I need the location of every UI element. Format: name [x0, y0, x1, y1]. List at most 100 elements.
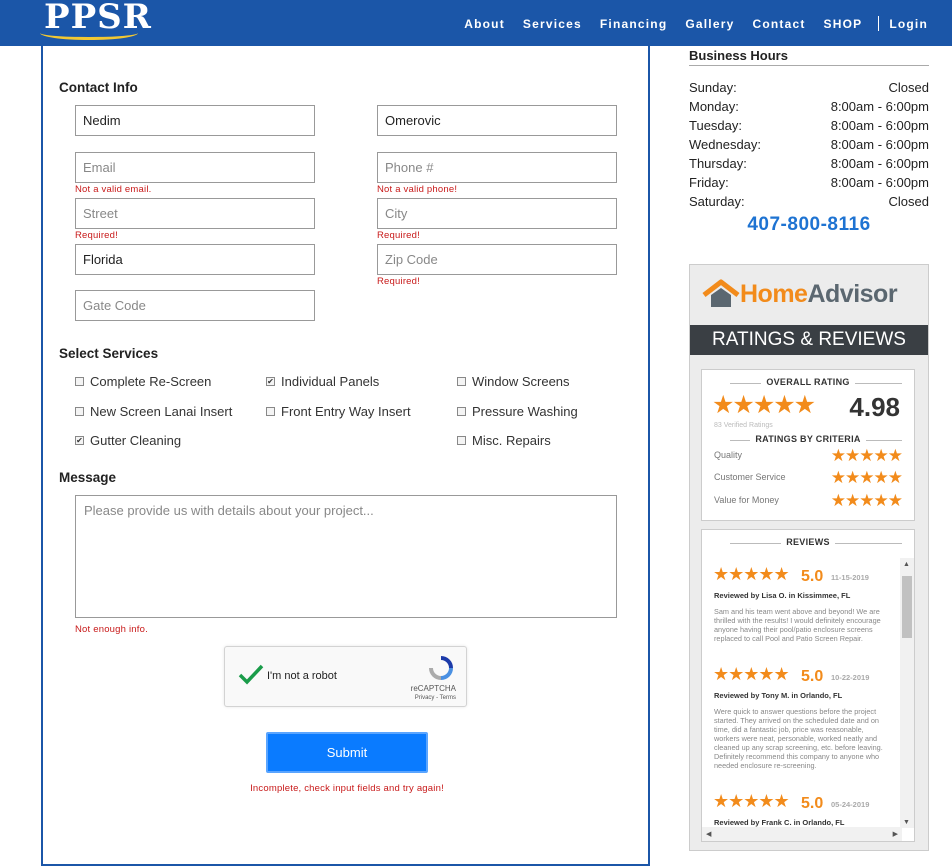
value-stars-icon: ★★★★★ [830, 491, 903, 510]
service-label: Gutter Cleaning [90, 433, 182, 448]
nav-financing[interactable]: Financing [600, 17, 667, 31]
nav-gallery[interactable]: Gallery [685, 17, 734, 31]
email-input[interactable]: Email [75, 152, 315, 183]
submit-error: Incomplete, check input fields and try a… [250, 783, 444, 794]
scroll-left-arrow-icon[interactable]: ◀ [706, 830, 711, 838]
criteria-value: Value for Money [714, 495, 779, 505]
nav-services[interactable]: Services [523, 17, 582, 31]
service-complete-rescreen[interactable]: Complete Re-Screen [75, 374, 211, 389]
recaptcha-logo-icon [429, 656, 453, 680]
scroll-right-arrow-icon[interactable]: ▶ [893, 830, 898, 838]
hours-day: Monday: [689, 99, 739, 114]
criteria-heading-text: RATINGS BY CRITERIA [750, 434, 866, 444]
service-label: Misc. Repairs [472, 433, 551, 448]
service-stars-icon: ★★★★★ [830, 468, 903, 487]
service-window-screens[interactable]: Window Screens [457, 374, 570, 389]
contact-form: Contact Info Nedim Omerovic Email Not a … [41, 46, 650, 866]
last-name-input[interactable]: Omerovic [377, 105, 617, 136]
house-logo-icon [702, 279, 740, 307]
submit-button[interactable]: Submit [266, 732, 428, 773]
hours-day: Wednesday: [689, 137, 762, 152]
hours-time: 8:00am - 6:00pm [830, 156, 929, 171]
phone-number-link[interactable]: 407-800-8116 [689, 214, 929, 236]
overall-rating-card: OVERALL RATING ★★★★★ 4.98 83 Verified Ra… [701, 369, 915, 521]
service-front-entry-insert[interactable]: Front Entry Way Insert [266, 404, 411, 419]
scrollbar-thumb[interactable] [902, 576, 912, 638]
service-misc-repairs[interactable]: Misc. Repairs [457, 433, 551, 448]
service-label: Complete Re-Screen [90, 374, 212, 389]
gate-code-input[interactable]: Gate Code [75, 290, 315, 321]
review-score: 5.0 [801, 568, 824, 585]
review-stars-icon: ★★★★★ [713, 564, 790, 584]
checkbox-icon[interactable] [75, 377, 84, 386]
zip-input[interactable]: Zip Code [377, 244, 617, 275]
nav-contact[interactable]: Contact [752, 17, 805, 31]
reviews-heading-text: REVIEWS [781, 537, 835, 547]
criteria-heading: RATINGS BY CRITERIA [702, 434, 914, 444]
review-date: 10-22-2019 [831, 673, 870, 682]
hours-row-monday: Monday: 8:00am - 6:00pm [689, 99, 929, 114]
service-individual-panels[interactable]: ✔ Individual Panels [266, 374, 379, 389]
brand-home: Home [740, 279, 808, 308]
checkbox-icon[interactable] [457, 377, 466, 386]
review-text: Were quick to answer questions before th… [714, 707, 883, 770]
criteria-quality: Quality [714, 450, 743, 460]
review-score: 5.0 [801, 795, 824, 812]
message-textarea[interactable]: Please provide us with details about you… [75, 495, 617, 618]
nav-shop[interactable]: SHOP [824, 17, 863, 31]
scroll-down-arrow-icon[interactable]: ▼ [903, 819, 910, 826]
hours-time: Closed [888, 80, 929, 95]
phone-input[interactable]: Phone # [377, 152, 617, 183]
checkbox-icon[interactable] [75, 407, 84, 416]
street-error: Required! [75, 230, 118, 241]
overall-rating-value: 4.98 [849, 392, 900, 422]
homeadvisor-widget: Home Advisor RATINGS & REVIEWS OVERALL RA… [689, 264, 929, 851]
service-label: Pressure Washing [472, 404, 578, 419]
service-gutter-cleaning[interactable]: ✔ Gutter Cleaning [75, 433, 181, 448]
main-nav: About Services Financing Gallery Contact… [446, 16, 928, 31]
city-input[interactable]: City [377, 198, 617, 229]
business-hours-heading: Business Hours [689, 48, 929, 66]
checkbox-icon[interactable] [266, 407, 275, 416]
phone-error: Not a valid phone! [377, 184, 458, 195]
checkbox-icon[interactable] [457, 436, 466, 445]
captcha-label: I'm not a robot [267, 670, 337, 682]
zip-error: Required! [377, 276, 420, 287]
checkbox-checked-icon[interactable]: ✔ [75, 436, 84, 445]
hours-day: Sunday: [689, 80, 737, 95]
verified-count: 83 Verified Ratings [714, 422, 773, 429]
recaptcha-links[interactable]: Privacy - Terms [415, 695, 456, 701]
reviews-vertical-scrollbar[interactable]: ▲ ▼ [900, 558, 914, 828]
first-name-input[interactable]: Nedim [75, 105, 315, 136]
state-input[interactable]: Florida [75, 244, 315, 275]
contact-info-heading: Contact Info [59, 80, 138, 95]
hours-day: Saturday: [689, 194, 745, 209]
nav-about[interactable]: About [464, 17, 505, 31]
recaptcha-brand: reCAPTCHA [410, 684, 456, 693]
ratings-reviews-banner: RATINGS & REVIEWS [690, 325, 928, 355]
checkmark-icon[interactable] [237, 661, 265, 689]
logo-arc-decoration [40, 26, 138, 40]
street-input[interactable]: Street [75, 198, 315, 229]
scroll-up-arrow-icon[interactable]: ▲ [903, 561, 910, 568]
service-new-lanai-insert[interactable]: New Screen Lanai Insert [75, 404, 232, 419]
recaptcha-widget: I'm not a robot reCAPTCHA Privacy - Term… [224, 646, 467, 707]
reviews-horizontal-scrollbar[interactable]: ◀ ▶ [702, 827, 902, 841]
nav-divider [878, 16, 880, 31]
hours-time: 8:00am - 6:00pm [830, 118, 929, 133]
hours-day: Thursday: [689, 156, 747, 171]
service-pressure-washing[interactable]: Pressure Washing [457, 404, 578, 419]
checkbox-checked-icon[interactable]: ✔ [266, 377, 275, 386]
hours-row-tuesday: Tuesday: 8:00am - 6:00pm [689, 118, 929, 133]
review-date: 11-15-2019 [831, 573, 869, 582]
homeadvisor-logo[interactable]: Home Advisor [702, 279, 898, 309]
hours-time: Closed [888, 194, 929, 209]
hours-time: 8:00am - 6:00pm [830, 175, 929, 190]
criteria-customer-service: Customer Service [714, 472, 786, 482]
nav-login[interactable]: Login [889, 17, 928, 31]
email-error: Not a valid email. [75, 184, 152, 195]
hours-row-wednesday: Wednesday: 8:00am - 6:00pm [689, 137, 929, 152]
message-error: Not enough info. [75, 624, 148, 635]
overall-rating-heading: OVERALL RATING [702, 377, 914, 387]
checkbox-icon[interactable] [457, 407, 466, 416]
